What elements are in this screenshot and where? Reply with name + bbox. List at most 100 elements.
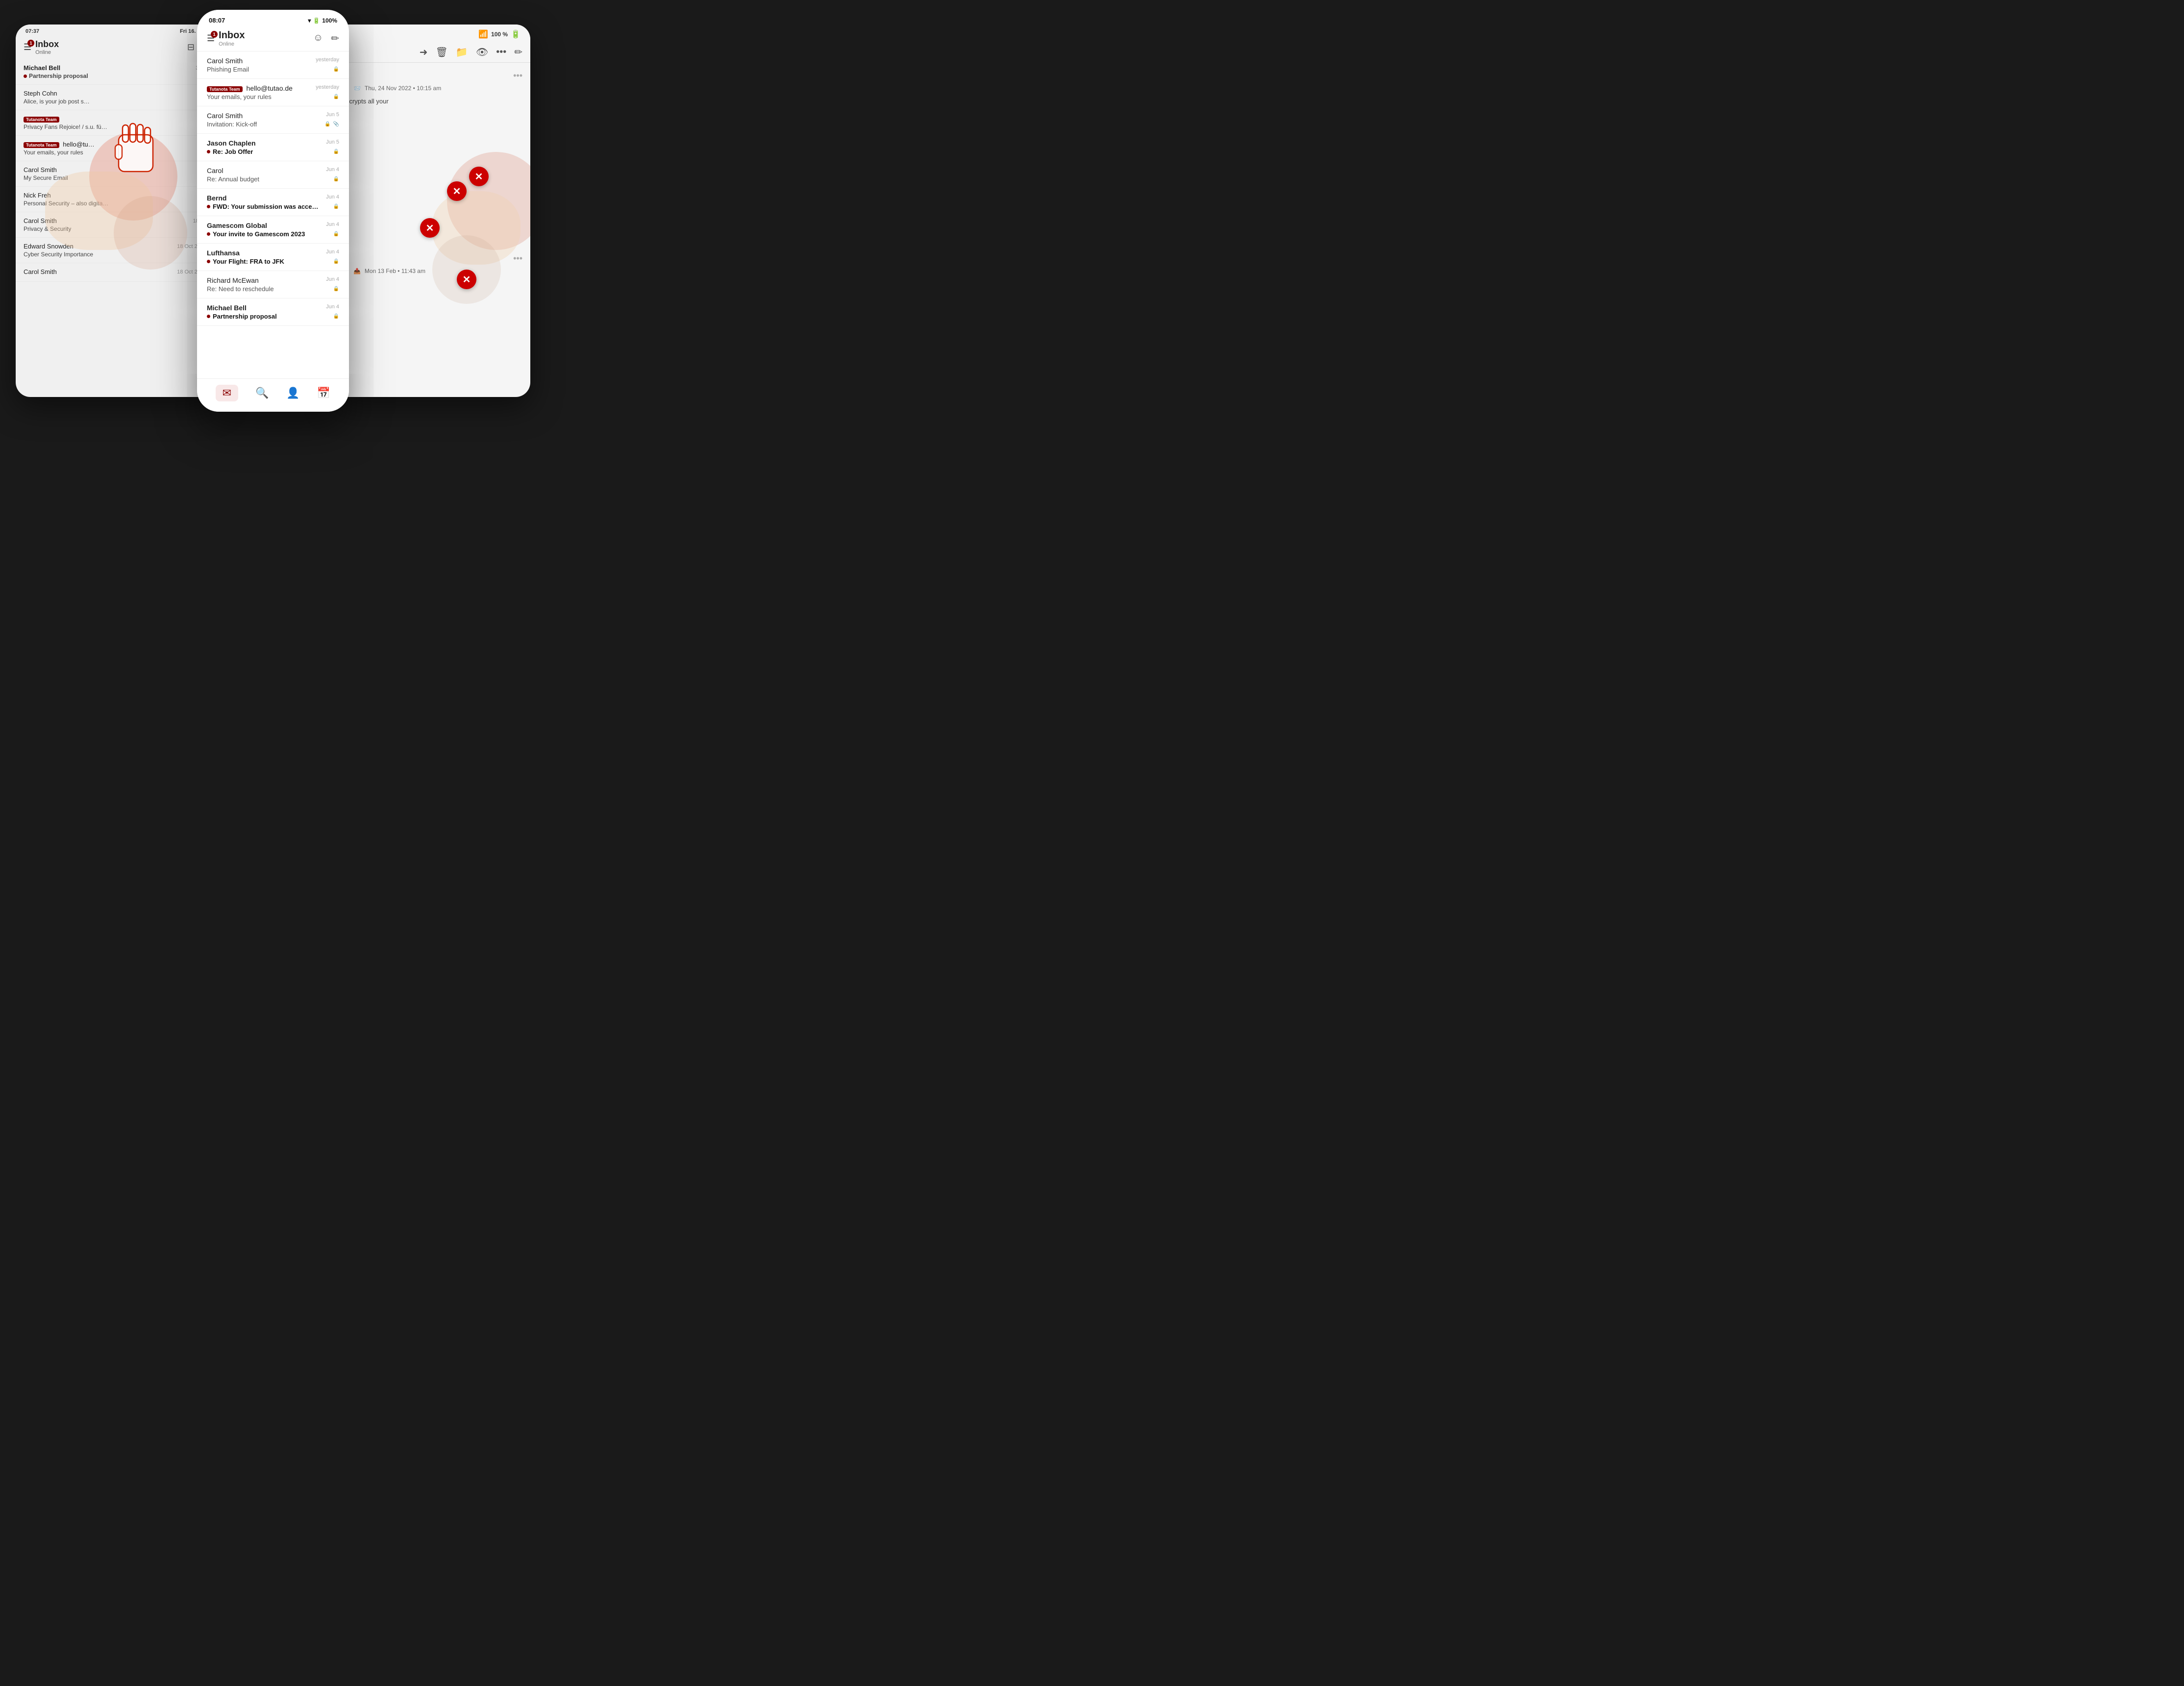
list-item[interactable]: Bernd Jun 4 FWD: Your submission was acc… [197, 189, 349, 216]
tablet-left-online-status: Online [35, 50, 59, 55]
phone-badge-count: 1 [211, 31, 218, 38]
sender-name: Michael Bell [207, 304, 247, 312]
email-date: Jun 4 [326, 194, 339, 202]
tablet-left-header: ☰ 1 Inbox Online ⊟ ⊙ [16, 36, 217, 59]
list-item[interactable]: Michael Bell Jun 4 Partnership proposal … [197, 298, 349, 326]
person-icon: 👤 [286, 387, 299, 399]
phone-battery-icon: 🔋 [313, 17, 320, 24]
folder-icon[interactable]: 📁 [456, 46, 468, 58]
tutanota-tag: Tutanota Team [24, 117, 59, 123]
list-item[interactable]: Steph Cohn Alice, is your job post s… [16, 85, 217, 110]
list-item[interactable]: Edward Snowden 18 Oct 202… Cyber Securit… [16, 238, 217, 263]
sender-name: Gamescom Global [207, 222, 267, 229]
list-item[interactable]: Tutanota Team hello@tu… Your emails, you… [16, 136, 217, 161]
close-button-3[interactable]: ✕ [420, 218, 440, 238]
nav-search[interactable]: 🔍 [255, 387, 269, 399]
list-item[interactable]: Carol Smith My Secure Email [16, 161, 217, 187]
list-item[interactable]: Tutanota Team hello@tutao.de yesterday Y… [197, 79, 349, 106]
delete-icon[interactable]: 🗑 [436, 46, 448, 58]
close-button-2[interactable]: ✕ [447, 181, 467, 201]
unread-dot [207, 150, 210, 153]
email-subject: Alice, is your job post s… [24, 98, 90, 105]
hide-icon[interactable]: 👁 [476, 46, 488, 58]
sender-name: Carol Smith [207, 112, 243, 120]
email-date: yesterday [316, 57, 339, 65]
tablet-left-inbox-badge[interactable]: ☰ 1 [24, 42, 31, 52]
battery-icon: 🔋 [511, 29, 521, 39]
email-subject: Partnership proposal [29, 73, 88, 79]
phone-wifi-icon: ▾ [308, 17, 311, 24]
phone-center: 08:07 ▾ 🔋 100% ☰ 1 Inbox Online ☺ ✏ [197, 10, 349, 412]
list-item[interactable]: Nick Freh Personal Security – also digit… [16, 187, 217, 212]
email-subject: Phishing Email [207, 66, 249, 73]
tablet-left-email-list: Michael Bell 3 Jun Partnership proposal … [16, 59, 217, 282]
tablet-right-toolbar: ➜ 🗑 📁 👁 ••• ✏ [334, 42, 530, 63]
nav-calendar[interactable]: 📅 [317, 387, 330, 399]
email-subject: Your emails, your rules [207, 93, 272, 100]
email-subject: Privacy & Security [24, 225, 71, 232]
reply-icon[interactable]: ➜ [420, 46, 428, 58]
list-item[interactable]: Carol Smith Jun 5 Invitation: Kick-off 🔒… [197, 106, 349, 134]
email-subject: Cyber Security Importance [24, 251, 93, 258]
list-item[interactable]: Carol Smith 18 Oct Privacy & Security 🔒 [16, 212, 217, 238]
email-date: Jun 4 [326, 249, 339, 257]
email-date: Jun 4 [326, 167, 339, 174]
send-icon: 📨 [353, 85, 361, 92]
list-item[interactable]: Richard McEwan Jun 4 Re: Need to resched… [197, 271, 349, 298]
tutanota-tag: Tutanota Team [24, 142, 59, 148]
email-subject: Privacy Fans Rejoice! / s.u. fü… [24, 124, 107, 130]
list-item[interactable]: Carol Smith yesterday Phishing Email 🔒 [197, 51, 349, 79]
email-date: Jun 5 [326, 112, 339, 120]
sender-name: Carol [207, 167, 223, 174]
list-item[interactable]: Lufthansa Jun 4 Your Flight: FRA to JFK … [197, 244, 349, 271]
sender-name: Richard McEwan [207, 276, 259, 284]
email-timestamp-1: 🔒 📨 Thu, 24 Nov 2022 • 10:15 am [342, 85, 522, 92]
list-item[interactable]: Carol Smith 18 Oct 202… [16, 263, 217, 282]
tablet-right: 📶 100 % 🔋 ➜ 🗑 📁 👁 ••• ✏ ••• 🔒 📨 Thu, 24 … [334, 25, 530, 397]
tablet-left-time: 07:37 [25, 28, 39, 34]
email-subject: Re: Annual budget [207, 175, 259, 183]
tablet-left-inbox-title: Inbox [35, 39, 59, 50]
list-item[interactable]: Tutanota Team Privacy Fans Rejoice! / s.… [16, 110, 217, 136]
email-subject: Invitation: Kick-off [207, 121, 257, 128]
phone-compose-icon[interactable]: ✏ [331, 32, 339, 45]
scene: 07:37 Fri 16. Jun ☰ 1 Inbox Online ⊟ ⊙ [16, 10, 530, 412]
close-button-1[interactable]: ✕ [469, 167, 489, 186]
sender-name: Carol Smith [24, 166, 57, 174]
send-icon-2: 📤 [353, 268, 361, 274]
calendar-icon: 📅 [317, 387, 330, 399]
lock-icon: 🔒 [333, 94, 339, 99]
sender-name: Steph Cohn [24, 90, 57, 97]
tablet-right-content: ••• 🔒 📨 Thu, 24 Nov 2022 • 10:15 am encr… [334, 63, 530, 287]
phone-bottom-nav: ✉ 🔍 👤 📅 [197, 378, 349, 412]
list-item[interactable]: Jason Chaplen Jun 5 Re: Job Offer 🔒 [197, 134, 349, 161]
phone-emoji-icon[interactable]: ☺ [313, 32, 323, 45]
close-button-4[interactable]: ✕ [457, 270, 476, 289]
nav-contacts[interactable]: 👤 [286, 387, 299, 399]
compose-icon[interactable]: ✏ [514, 46, 522, 58]
mail-icon: ✉ [216, 385, 238, 401]
nav-mail[interactable]: ✉ [216, 385, 238, 401]
email-body-preview: encrypts all your [342, 97, 522, 106]
lock-icon: 🔒 [333, 176, 339, 182]
list-item[interactable]: Gamescom Global Jun 4 Your invite to Gam… [197, 216, 349, 244]
email-date: Jun 4 [326, 222, 339, 229]
search-icon: 🔍 [255, 387, 269, 399]
battery-text: 100 % [491, 31, 508, 38]
email-subject: Your invite to Gamescom 2023 [213, 230, 305, 238]
more-options-icon-2[interactable]: ••• [513, 253, 522, 264]
list-item[interactable]: Carol Jun 4 Re: Annual budget 🔒 [197, 161, 349, 189]
unread-dot [207, 315, 210, 318]
more-options-icon[interactable]: ••• [513, 71, 522, 81]
list-item[interactable]: Michael Bell 3 Jun Partnership proposal [16, 59, 217, 85]
sender-name: Bernd [207, 194, 226, 202]
more-icon[interactable]: ••• [496, 47, 506, 58]
phone-time: 08:07 [209, 17, 225, 24]
filter-icon[interactable]: ⊟ [187, 42, 195, 52]
phone-inbox-badge[interactable]: ☰ 1 [207, 33, 215, 44]
email-date-2: Mon 13 Feb • 11:43 am [365, 268, 425, 274]
sender-name: Tutanota Team hello@tutao.de [207, 84, 293, 92]
lock-icon: 🔒 [333, 67, 339, 72]
sender-name: Carol Smith [24, 217, 57, 224]
sender-name: Jason Chaplen [207, 139, 256, 147]
